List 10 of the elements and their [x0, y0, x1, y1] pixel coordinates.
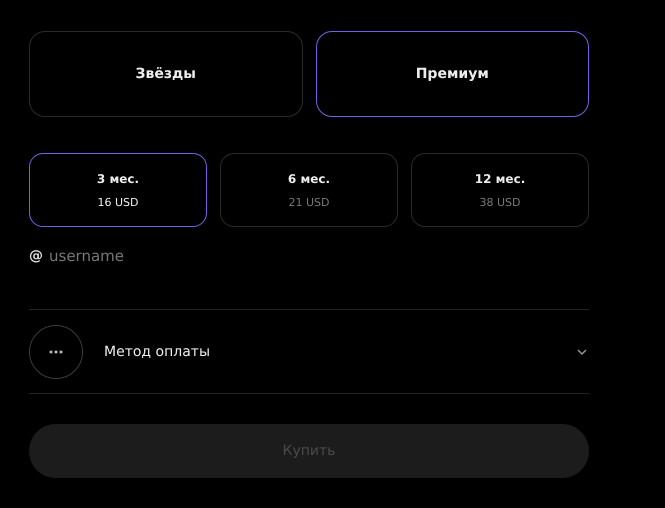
more-icon	[29, 324, 83, 378]
chevron-down-icon	[577, 348, 587, 354]
plan-option[interactable]: 6 мес. 21 USD	[220, 153, 398, 227]
tab[interactable]: Премиум	[316, 31, 589, 117]
at-prefix: @	[29, 248, 43, 264]
plan-option[interactable]: 12 мес. 38 USD	[411, 153, 589, 227]
username-field[interactable]: username	[49, 247, 249, 265]
payment-method-dropdown[interactable]: Метод оплаты	[29, 310, 589, 394]
tab[interactable]: Звёзды	[29, 31, 302, 117]
plan-option[interactable]: 3 мес. 16 USD	[29, 153, 207, 227]
